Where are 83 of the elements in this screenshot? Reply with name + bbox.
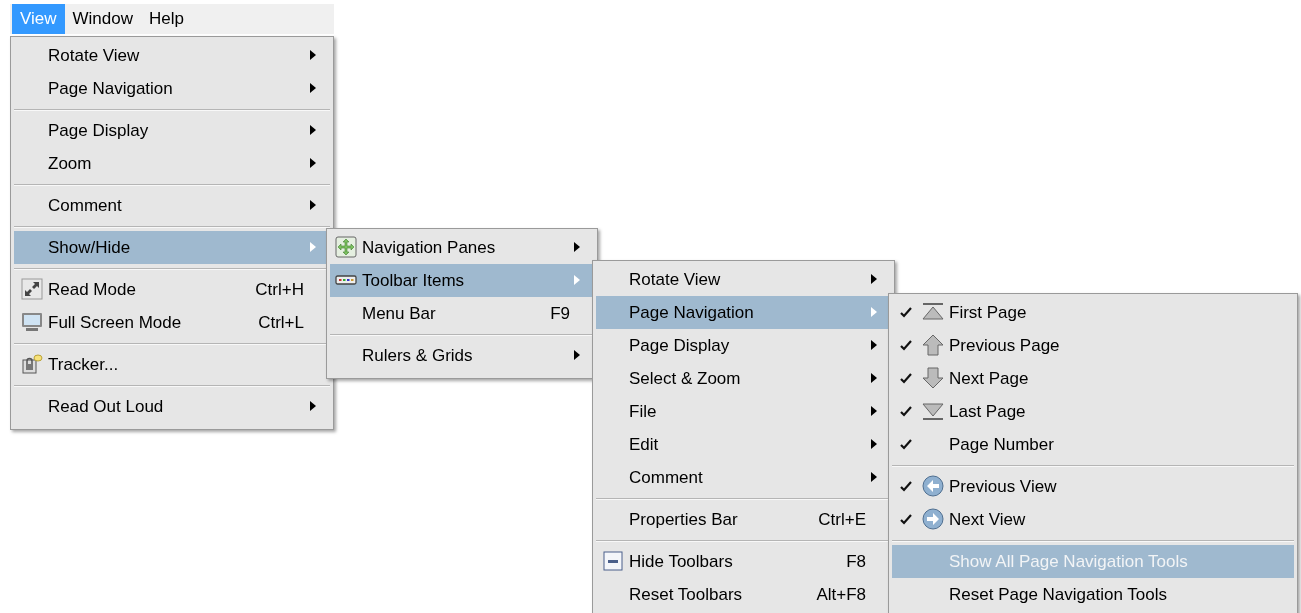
menu-item[interactable]: Rulers & Grids xyxy=(330,339,594,372)
menu-item-label: Full Screen Mode xyxy=(48,311,182,334)
menu-item-label: Tracker... xyxy=(48,353,119,376)
menu-item-label: Edit xyxy=(629,433,659,456)
menu-item-label: Select & Zoom xyxy=(629,367,741,390)
menu-item[interactable]: Page Display xyxy=(14,114,330,147)
menu-item-label: Navigation Panes xyxy=(362,236,496,259)
menu-item-label: First Page xyxy=(949,301,1027,324)
menu-item[interactable]: Tracker... xyxy=(14,348,330,381)
menu-item[interactable]: File xyxy=(596,395,891,428)
menu-bar-item[interactable]: Window xyxy=(64,4,141,34)
menu-item[interactable]: Page Navigation xyxy=(14,72,330,105)
menu-item-label: Page Display xyxy=(48,119,149,142)
minus-icon xyxy=(602,550,624,572)
menu-item-label: Menu Bar xyxy=(362,302,436,325)
menu-item[interactable]: Page Display xyxy=(596,329,891,362)
shortcut-text: Alt+F8 xyxy=(816,583,866,606)
left-arrow-circle-icon xyxy=(922,475,944,497)
menu-item[interactable]: Reset Page Navigation Tools xyxy=(892,578,1294,611)
menu-item-label: Last Page xyxy=(949,400,1026,423)
menu-item[interactable]: Edit xyxy=(596,428,891,461)
four-arrows-icon xyxy=(335,236,357,258)
menu-item-label: Page Navigation xyxy=(629,301,754,324)
shortcut-text: F9 xyxy=(550,302,570,325)
right-arrow-circle-icon xyxy=(922,508,944,530)
shortcut-text: F8 xyxy=(846,550,866,573)
menu-item[interactable]: Read Mode Ctrl+H xyxy=(14,273,330,306)
menu-item[interactable]: Properties Bar Ctrl+E xyxy=(596,503,891,536)
menu-item[interactable]: Rotate View xyxy=(596,263,891,296)
menu-item[interactable]: Comment xyxy=(14,189,330,222)
menu-item[interactable]: Select & Zoom xyxy=(596,362,891,395)
menu-item[interactable]: Toolbar Items xyxy=(330,264,594,297)
menu-item-label: Page Navigation xyxy=(48,77,173,100)
menu-item-label: Rotate View xyxy=(629,268,721,291)
menu-item[interactable]: Rotate View xyxy=(14,39,330,72)
down-arrow-icon xyxy=(922,367,944,389)
menu-item-label: Comment xyxy=(629,466,703,489)
menu-item-label: Read Mode xyxy=(48,278,136,301)
menu-item[interactable]: Reset Toolbars Alt+F8 xyxy=(596,578,891,611)
menu-item-label: Next View xyxy=(949,508,1026,531)
menu-item-label: Previous Page xyxy=(949,334,1060,357)
menu-item[interactable]: Navigation Panes xyxy=(330,231,594,264)
menu-item-label: Reset Page Navigation Tools xyxy=(949,583,1167,606)
menu-item[interactable]: First Page xyxy=(892,296,1294,329)
menu-bar-item[interactable]: Help xyxy=(141,4,192,34)
menu-item[interactable]: Last Page xyxy=(892,395,1294,428)
menu-item-label: Properties Bar xyxy=(629,508,738,531)
monitor-icon xyxy=(21,311,43,333)
shortcut-text: Ctrl+H xyxy=(255,278,304,301)
menu-item-label: Page Display xyxy=(629,334,730,357)
last-page-icon xyxy=(922,400,944,422)
up-arrow-icon xyxy=(922,334,944,356)
menu-item[interactable]: Zoom xyxy=(14,147,330,180)
menu-item[interactable]: Page Navigation xyxy=(596,296,891,329)
expand-arrows-icon xyxy=(21,278,43,300)
menu-item-label: Rulers & Grids xyxy=(362,344,473,367)
menu-item-label: Show All Page Navigation Tools xyxy=(949,550,1188,573)
menu-item-label: Hide Toolbars xyxy=(629,550,733,573)
menu-item-label: Rotate View xyxy=(48,44,140,67)
menu-item[interactable]: Page Number xyxy=(892,428,1294,461)
menu-item[interactable]: Menu Bar F9 xyxy=(330,297,594,330)
menu-item-label: Next Page xyxy=(949,367,1029,390)
menu-item-label: Zoom xyxy=(48,152,92,175)
menu-item[interactable]: Comment xyxy=(596,461,891,494)
menu-item[interactable]: Previous View xyxy=(892,470,1294,503)
menu-item[interactable]: Full Screen Mode Ctrl+L xyxy=(14,306,330,339)
menu-item[interactable]: Previous Page xyxy=(892,329,1294,362)
menu-item[interactable]: Read Out Loud xyxy=(14,390,330,423)
menu-item[interactable]: Next View xyxy=(892,503,1294,536)
menu-item-label: Comment xyxy=(48,194,122,217)
menu-item[interactable]: Hide Toolbars F8 xyxy=(596,545,891,578)
menu-item[interactable]: Next Page xyxy=(892,362,1294,395)
menu-item-label: Toolbar Items xyxy=(362,269,465,292)
menu-item-label: Show/Hide xyxy=(48,236,131,259)
menu-item-label: Read Out Loud xyxy=(48,395,164,418)
padlock-note-icon xyxy=(21,353,43,375)
menu-item-label: Page Number xyxy=(949,433,1054,456)
shortcut-text: Ctrl+E xyxy=(818,508,866,531)
menu-item-label: Previous View xyxy=(949,475,1057,498)
menu-item-label: Reset Toolbars xyxy=(629,583,743,606)
menu-item-label: File xyxy=(629,400,657,423)
shortcut-text: Ctrl+L xyxy=(258,311,304,334)
first-page-icon xyxy=(922,301,944,323)
